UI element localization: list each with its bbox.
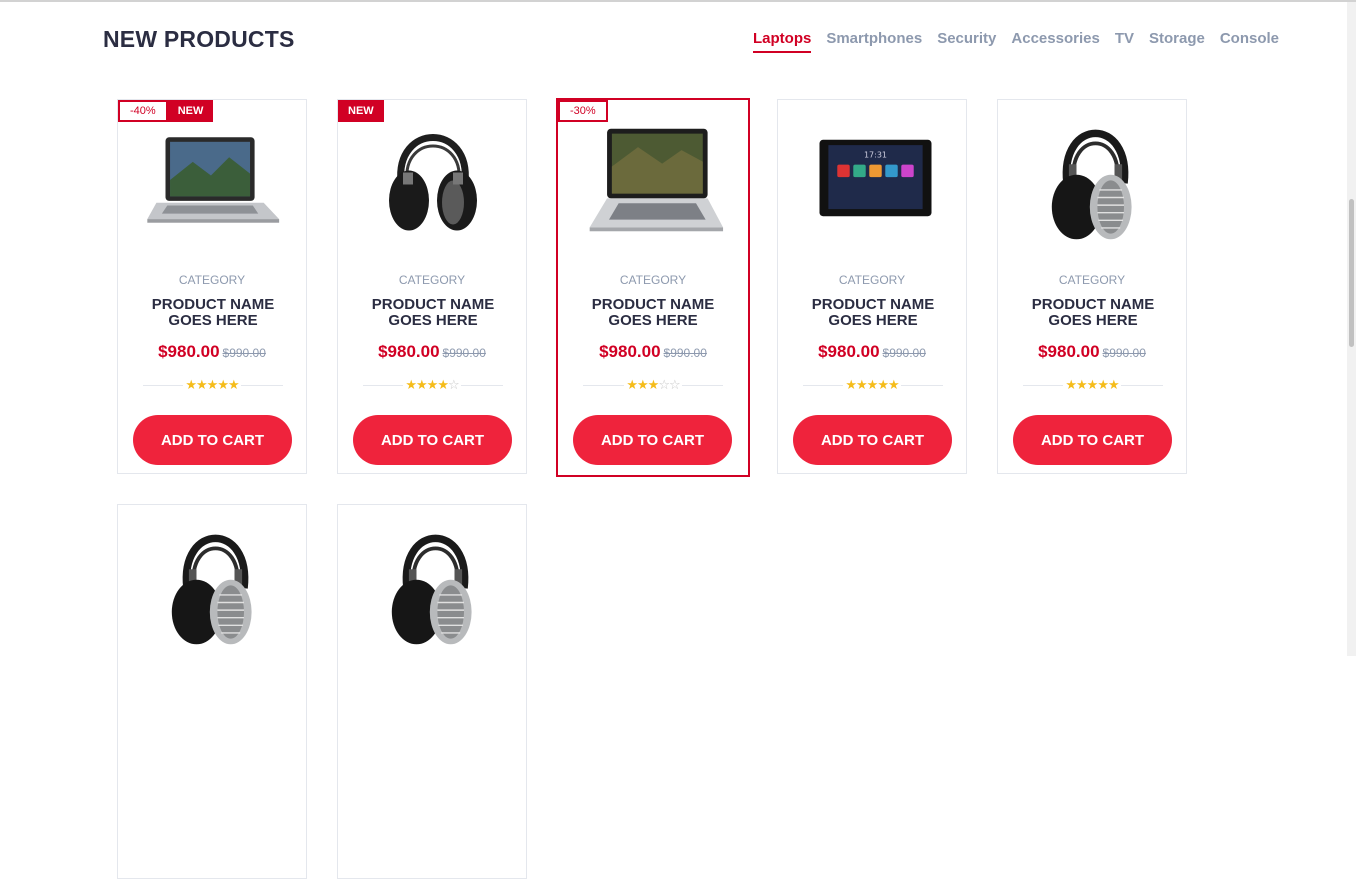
headphones-icon xyxy=(338,100,526,250)
add-to-cart-button[interactable]: ADD TO CART xyxy=(793,415,952,465)
product-price: $980.00 $990.00 xyxy=(998,342,1186,362)
category-tabs: Laptops Smartphones Security Accessories… xyxy=(753,30,1279,53)
tab-storage[interactable]: Storage xyxy=(1149,30,1205,53)
sale-badge: -30% xyxy=(558,100,608,122)
product-name[interactable]: PRODUCT NAME GOES HERE xyxy=(798,297,948,329)
star-empty-icon: ☆ xyxy=(668,377,681,392)
laptop-icon xyxy=(147,137,280,223)
product-rating: ★★★★★ xyxy=(998,377,1186,393)
product-price: $980.00 $990.00 xyxy=(338,342,526,362)
star-icon: ★ xyxy=(845,377,857,392)
product-price: $980.00 $990.00 xyxy=(118,342,306,362)
star-icon: ★ xyxy=(626,377,638,392)
add-to-cart-button[interactable]: ADD TO CART xyxy=(573,415,732,465)
old-price: $990.00 xyxy=(1102,346,1146,360)
sale-badge: -40% xyxy=(118,100,168,122)
star-icon: ★ xyxy=(637,377,649,392)
add-to-cart-button[interactable]: ADD TO CART xyxy=(1013,415,1172,465)
tab-security[interactable]: Security xyxy=(937,30,996,53)
tab-smartphones[interactable]: Smartphones xyxy=(826,30,922,53)
tab-tv[interactable]: TV xyxy=(1115,30,1134,53)
star-icon: ★ xyxy=(426,377,439,392)
current-price: $980.00 xyxy=(158,342,220,361)
current-price: $980.00 xyxy=(599,342,661,361)
product-category: CATEGORY xyxy=(178,273,246,287)
tab-laptops[interactable]: Laptops xyxy=(753,30,812,53)
star-icon: ★ xyxy=(227,377,240,392)
page-scrollbar[interactable] xyxy=(1347,2,1356,656)
product-card[interactable] xyxy=(337,504,527,879)
tab-console[interactable]: Console xyxy=(1220,30,1279,53)
current-price: $980.00 xyxy=(818,342,880,361)
product-price: $980.00 $990.00 xyxy=(558,342,748,362)
old-price: $990.00 xyxy=(222,346,266,360)
new-badge: NEW xyxy=(167,100,214,122)
star-icon: ★ xyxy=(1065,377,1077,392)
old-price: $990.00 xyxy=(663,346,707,360)
add-to-cart-button[interactable]: ADD TO CART xyxy=(133,415,292,465)
product-rating: ★★★★★ xyxy=(778,377,966,393)
product-labels: NEW xyxy=(338,100,384,122)
product-name[interactable]: PRODUCT NAME GOES HERE xyxy=(138,297,288,329)
scrollbar-thumb[interactable] xyxy=(1349,199,1354,347)
top-border xyxy=(0,0,1356,2)
product-labels: -30% xyxy=(558,100,608,122)
add-to-cart-button[interactable]: ADD TO CART xyxy=(353,415,512,465)
section-title: NEW PRODUCTS xyxy=(103,26,295,52)
product-card[interactable]: -30% CATEGORY PRODUCT NAME GOES HERE $98… xyxy=(556,98,750,477)
star-icon: ★ xyxy=(437,377,449,392)
star-icon: ★ xyxy=(1107,377,1120,392)
star-empty-icon: ☆ xyxy=(447,377,460,392)
product-category: CATEGORY xyxy=(398,273,466,287)
product-card[interactable]: CATEGORY PRODUCT NAME GOES HERE $980.00 $… xyxy=(997,99,1187,474)
product-rating: ★★★★☆ xyxy=(338,377,526,393)
product-card[interactable]: -40% NEW CATEGORY PRODUCT NAME GOES HERE… xyxy=(117,99,307,474)
old-price: $990.00 xyxy=(882,346,926,360)
star-empty-icon: ☆ xyxy=(658,377,670,392)
laptop-icon xyxy=(589,128,724,232)
product-name[interactable]: PRODUCT NAME GOES HERE xyxy=(578,297,728,329)
star-icon: ★ xyxy=(1097,377,1109,392)
product-category: CATEGORY xyxy=(619,273,687,287)
star-icon: ★ xyxy=(185,377,197,392)
product-category: CATEGORY xyxy=(1058,273,1126,287)
star-icon: ★ xyxy=(647,377,660,392)
product-labels: -40% NEW xyxy=(118,100,214,122)
star-icon: ★ xyxy=(856,377,868,392)
star-icon: ★ xyxy=(1086,377,1099,392)
headphones-icon xyxy=(998,100,1186,250)
tab-accessories[interactable]: Accessories xyxy=(1011,30,1099,53)
star-icon: ★ xyxy=(206,377,219,392)
star-icon: ★ xyxy=(1076,377,1088,392)
product-card[interactable]: CATEGORY PRODUCT NAME GOES HERE $980.00 $… xyxy=(777,99,967,474)
product-name[interactable]: PRODUCT NAME GOES HERE xyxy=(358,297,508,329)
current-price: $980.00 xyxy=(1038,342,1100,361)
star-icon: ★ xyxy=(877,377,889,392)
tablet-icon xyxy=(819,139,932,217)
product-rating: ★★★☆☆ xyxy=(558,377,748,393)
product-name[interactable]: PRODUCT NAME GOES HERE xyxy=(1018,297,1168,329)
product-rating: ★★★★★ xyxy=(118,377,306,393)
star-icon: ★ xyxy=(217,377,229,392)
headphones-icon xyxy=(338,505,526,655)
product-card[interactable] xyxy=(117,504,307,879)
current-price: $980.00 xyxy=(378,342,440,361)
product-price: $980.00 $990.00 xyxy=(778,342,966,362)
star-icon: ★ xyxy=(405,377,417,392)
headphones-icon xyxy=(118,505,306,655)
star-icon: ★ xyxy=(196,377,208,392)
product-category: CATEGORY xyxy=(838,273,906,287)
old-price: $990.00 xyxy=(442,346,486,360)
star-icon: ★ xyxy=(416,377,428,392)
star-icon: ★ xyxy=(866,377,879,392)
product-card[interactable]: NEW CATEGORY PRODUCT NAME GOES HERE $980… xyxy=(337,99,527,474)
star-icon: ★ xyxy=(887,377,900,392)
new-badge: NEW xyxy=(338,100,384,122)
